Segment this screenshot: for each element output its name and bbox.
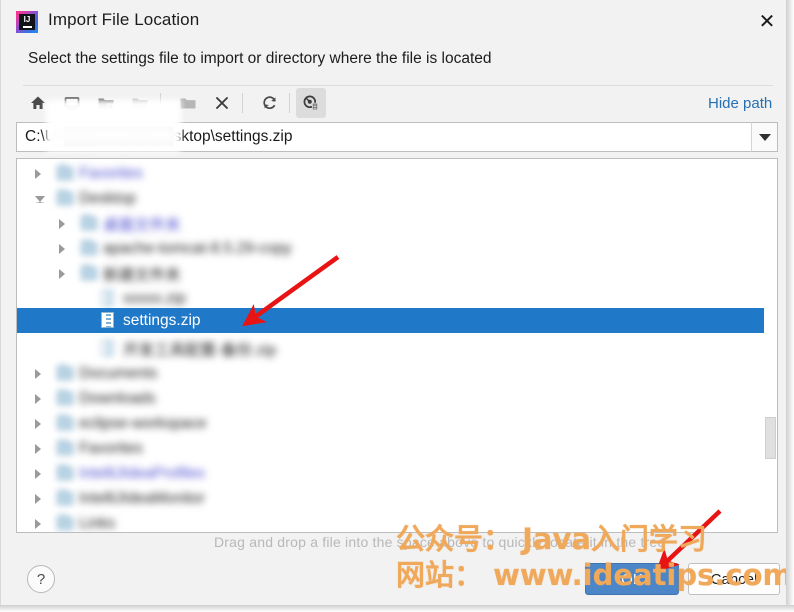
tree-scrollbar[interactable] (764, 159, 777, 532)
tree-row[interactable]: Favorites (17, 161, 777, 186)
tree-row-label: 开发工具配置-备份.zip (123, 341, 277, 359)
tree-row-label: 新建文件夹 (103, 266, 181, 284)
ok-button[interactable]: OK (585, 563, 679, 595)
chevron-right-icon[interactable] (35, 494, 41, 504)
zip-file-icon (101, 290, 114, 306)
tree-row[interactable]: IntelliJIdeaProfiles (17, 461, 777, 486)
folder-icon (81, 240, 97, 255)
chevron-right-icon[interactable] (35, 444, 41, 454)
folder-icon (57, 390, 73, 405)
tree-row[interactable]: 桌面文件夹 (17, 211, 777, 236)
dialog-description: Select the settings file to import or di… (28, 50, 492, 67)
frame-border-right (786, 0, 794, 612)
help-button[interactable]: ? (27, 565, 55, 593)
drag-drop-hint: Drag and drop a file into the space abov… (214, 534, 666, 550)
folder-icon (57, 165, 73, 180)
zip-file-icon-detail (106, 342, 111, 356)
app-icon-text: IJ (23, 15, 31, 24)
import-file-location-dialog: IJ Import File Location ✕ Select the set… (0, 0, 794, 612)
chevron-right-icon[interactable] (59, 269, 65, 279)
tree-row-label: IntelliJIdeaMonitor (79, 489, 205, 507)
tree-row[interactable]: IntelliJIdeaMonitor (17, 486, 777, 511)
path-redaction-overlay (46, 100, 181, 152)
tree-row-label: Favorites (79, 164, 143, 182)
header-divider (23, 85, 773, 86)
folder-icon (57, 190, 73, 205)
hide-path-link[interactable]: Hide path (708, 95, 772, 112)
file-tree[interactable]: Favorites Desktop 桌面文件夹 apache-tomcat-8.5.2… (16, 158, 778, 533)
zip-file-icon (101, 340, 114, 356)
tree-row-label: Desktop (79, 189, 136, 207)
toolbar-divider-3 (289, 93, 290, 113)
close-icon[interactable]: ✕ (753, 8, 781, 36)
tree-row[interactable]: Downloads (17, 386, 777, 411)
title-bar: IJ Import File Location ✕ (1, 0, 786, 42)
chevron-right-icon[interactable] (35, 369, 41, 379)
folder-icon (81, 215, 97, 230)
folder-icon (57, 440, 73, 455)
tree-row[interactable]: Desktop (17, 186, 777, 211)
tree-row-label: xxxxx.zip (123, 289, 186, 307)
tree-row[interactable]: 开发工具配置-备份.zip (17, 336, 777, 361)
path-dropdown-button[interactable] (751, 122, 778, 152)
tree-row[interactable]: eclipse-workspace (17, 411, 777, 436)
app-icon-bar (22, 26, 32, 28)
tree-row-label: Documents (79, 364, 158, 382)
delete-icon[interactable] (207, 88, 237, 118)
folder-icon (57, 365, 73, 380)
tree-row-label: settings.zip (123, 311, 201, 329)
cancel-button[interactable]: Cancel (688, 563, 780, 595)
tree-row-label: 桌面文件夹 (103, 216, 181, 234)
chevron-right-icon[interactable] (35, 519, 41, 529)
chevron-down-icon (758, 133, 771, 141)
tree-row[interactable]: apache-tomcat-8.5.29-copy (17, 236, 777, 261)
tree-row-label: eclipse-workspace (79, 414, 207, 432)
folder-icon (57, 490, 73, 505)
folder-icon (81, 265, 97, 280)
tree-row-label: Downloads (79, 389, 156, 407)
intellij-idea-icon: IJ (16, 11, 38, 33)
zip-file-icon (101, 312, 114, 328)
tree-row-label: apache-tomcat-8.5.29-copy (103, 239, 292, 257)
chevron-right-icon[interactable] (59, 244, 65, 254)
chevron-down-icon[interactable] (35, 196, 45, 203)
zip-file-icon-detail (106, 292, 111, 306)
tree-row-label: Favorites (79, 439, 143, 457)
chevron-right-icon[interactable] (35, 469, 41, 479)
show-hidden-files-icon[interactable] (296, 88, 326, 118)
tree-row[interactable]: Documents (17, 361, 777, 386)
refresh-icon[interactable] (255, 88, 285, 118)
tree-row-label: Links (79, 514, 116, 532)
tree-row-label: IntelliJIdeaProfiles (79, 464, 205, 482)
folder-icon (57, 415, 73, 430)
chevron-right-icon[interactable] (35, 169, 41, 179)
tree-row-selected[interactable]: settings.zip (17, 308, 777, 333)
tree-row[interactable]: 新建文件夹 (17, 261, 777, 286)
tree-row[interactable]: Links (17, 511, 777, 532)
chevron-right-icon[interactable] (35, 419, 41, 429)
tree-row[interactable]: Favorites (17, 436, 777, 461)
folder-icon (57, 465, 73, 480)
chevron-right-icon[interactable] (35, 394, 41, 404)
zip-file-icon-detail (106, 314, 111, 328)
chevron-right-icon[interactable] (59, 219, 65, 229)
frame-border-bottom (0, 605, 794, 612)
toolbar-divider-2 (242, 93, 243, 113)
window-title: Import File Location (48, 10, 200, 29)
folder-icon (57, 515, 73, 530)
tree-scrollbar-thumb[interactable] (765, 417, 776, 459)
frame-border-left (0, 0, 1, 612)
